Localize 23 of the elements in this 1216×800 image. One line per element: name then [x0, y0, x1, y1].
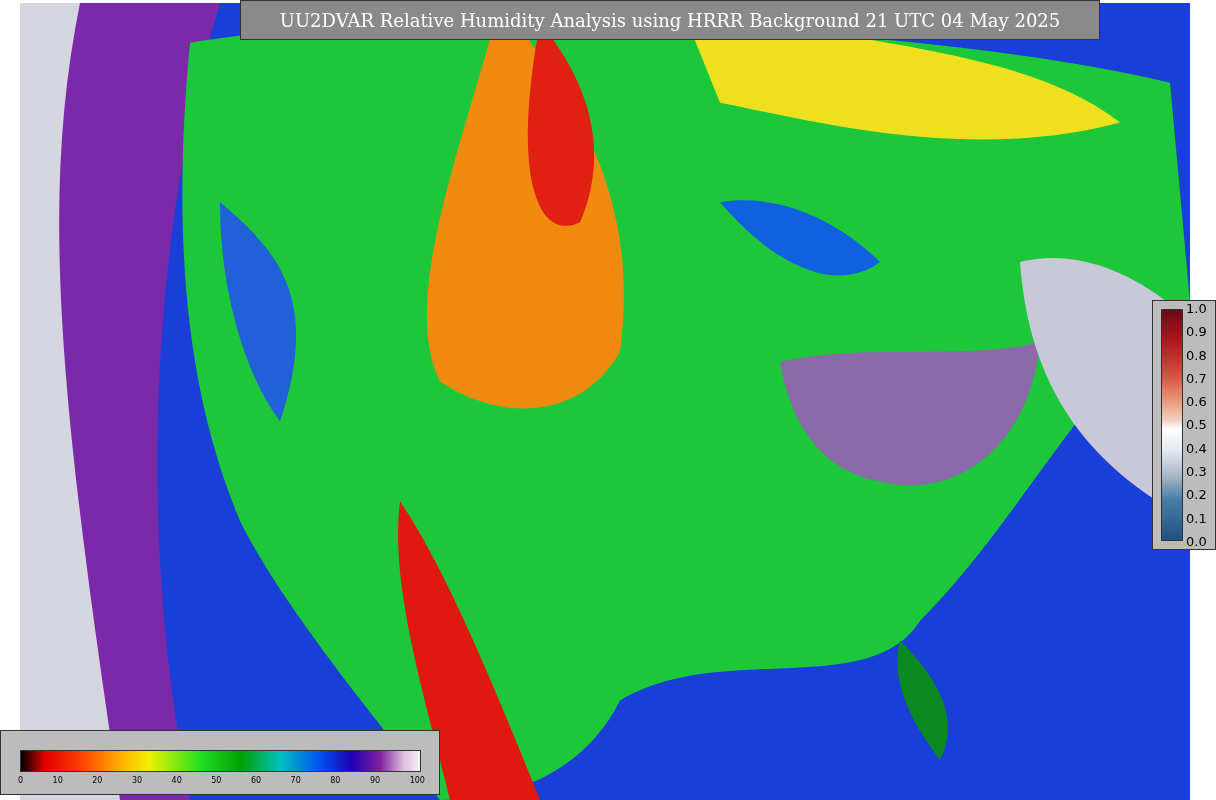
tick-label: 30 — [131, 776, 143, 785]
tick-label: 10 — [52, 776, 63, 785]
tick-label: 20 — [92, 776, 103, 785]
tick-label: 70 — [290, 776, 301, 785]
tick-label: 0.2 — [1186, 487, 1207, 503]
tick-label: 0.6 — [1186, 394, 1207, 410]
tick-label: 40 — [171, 776, 182, 785]
tick-label: 0.1 — [1186, 510, 1207, 526]
tick-label: 0.7 — [1186, 370, 1207, 386]
tick-label: 50 — [211, 776, 222, 785]
tick-label: 60 — [250, 776, 262, 785]
tick-label: 0.8 — [1186, 347, 1207, 363]
tick-label: 90 — [369, 776, 381, 785]
tick-label: 0 — [18, 776, 24, 785]
tick-label: 0.3 — [1186, 464, 1207, 480]
tick-label: 0.5 — [1186, 417, 1207, 433]
tick-label: 100 — [409, 776, 425, 785]
tick-label: 0.0 — [1186, 533, 1207, 549]
tick-label: 0.9 — [1186, 324, 1207, 340]
tick-label: 80 — [330, 776, 341, 785]
tick-label: 0.4 — [1186, 440, 1207, 456]
tick-label: 1.0 — [1186, 301, 1207, 316]
map-title: UU2DVAR Relative Humidity Analysis using HRRR Background 21 UTC 04 May 2025 — [240, 0, 1100, 40]
